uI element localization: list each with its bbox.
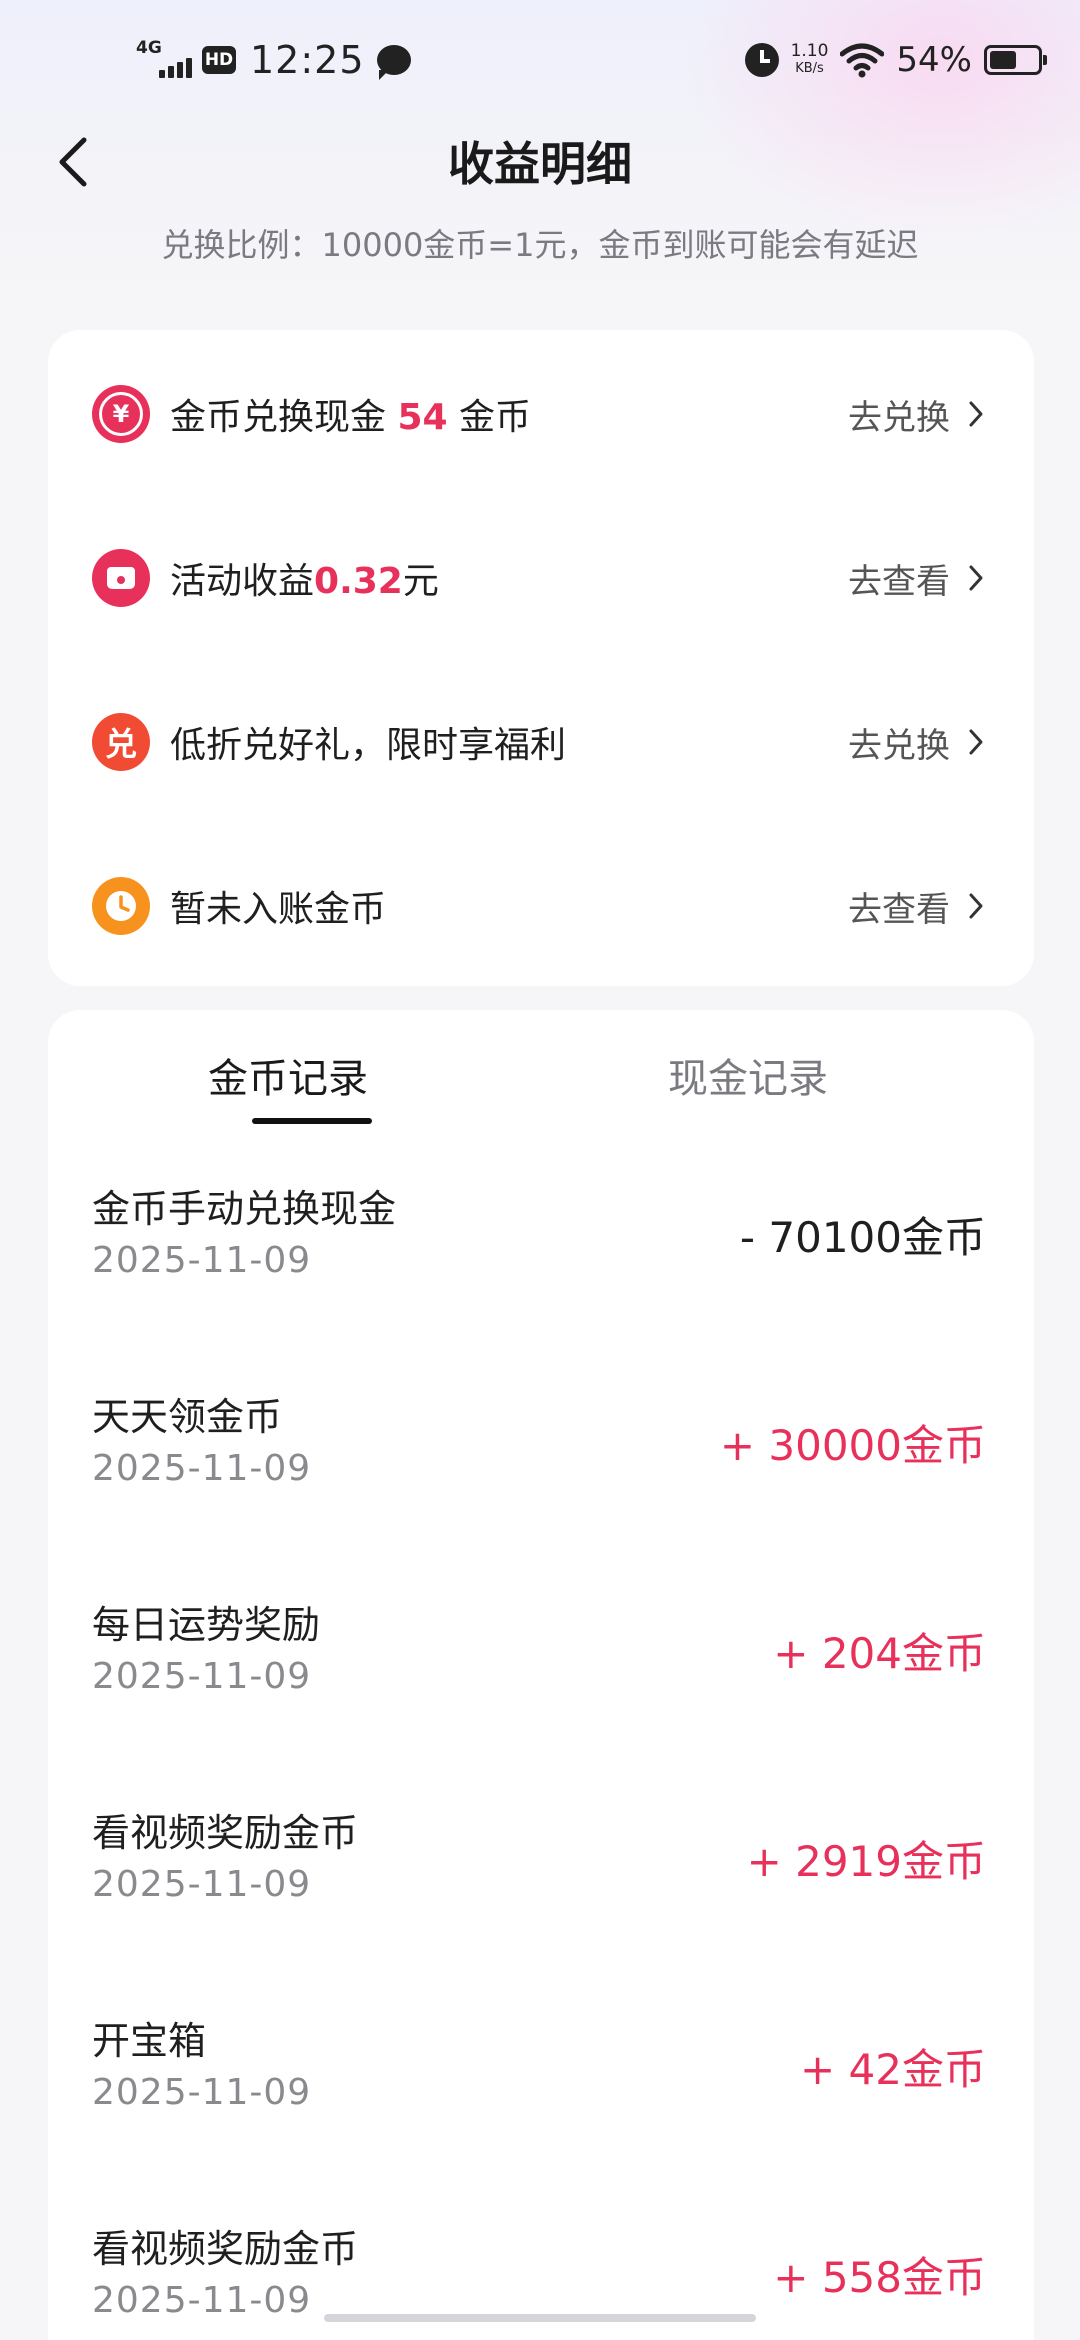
hd-badge: HD: [202, 46, 236, 74]
menu-label-text: 低折兑好礼，限时享福利: [170, 725, 567, 766]
menu-row-activity-earnings[interactable]: 活动收益0.32元 去查看: [48, 518, 1034, 638]
chevron-right-icon: [969, 893, 983, 919]
menu-label-text: 暂未入账金币: [170, 889, 387, 930]
coin-balance: 54: [397, 397, 448, 438]
yen-symbol: ¥: [99, 392, 143, 436]
wifi-icon: [840, 43, 885, 78]
network-speed-value: 1.10: [790, 41, 829, 61]
menu-label: 活动收益0.32元: [170, 552, 439, 604]
cellular-signal-icon: 4G: [136, 38, 192, 82]
earnings-menu-card: ¥ 金币兑换现金 54 金币 去兑换 活动收益0.32元 去查看 兑 低折兑好礼…: [48, 330, 1034, 986]
status-right: 1.10 KB/s 54%: [744, 36, 1047, 84]
record-amount: + 2919金币: [746, 1837, 986, 1886]
chevron-right-icon: [969, 401, 983, 427]
wallet-icon: [92, 549, 150, 607]
status-left: 4G HD 12:25: [136, 34, 411, 86]
record-row[interactable]: 看视频奖励金币 2025-11-09 + 2919金币: [48, 1802, 1034, 1982]
record-date: 2025-11-09: [92, 1448, 312, 1489]
battery-icon: [984, 45, 1047, 75]
page: 4G HD 12:25 1.10 KB/s 54% 收益明细 兑换比例：1000…: [0, 0, 1080, 2340]
battery-percent: 54%: [896, 40, 972, 80]
record-title: 每日运势奖励: [92, 1603, 321, 1647]
menu-action-label: 去兑换: [848, 725, 950, 766]
record-title: 看视频奖励金币: [92, 2227, 359, 2271]
network-type: 4G: [136, 38, 162, 58]
active-tab-indicator: [252, 1118, 372, 1124]
activity-earnings-value: 0.32: [314, 561, 403, 602]
menu-label-unit: 金币: [447, 397, 532, 438]
chevron-right-icon: [969, 729, 983, 755]
menu-action-label: 去查看: [848, 561, 950, 602]
record-amount: + 30000金币: [719, 1421, 986, 1470]
record-row[interactable]: 每日运势奖励 2025-11-09 + 204金币: [48, 1594, 1034, 1774]
menu-row-pending-coins[interactable]: 暂未入账金币 去查看: [48, 846, 1034, 966]
menu-label: 金币兑换现金 54 金币: [170, 388, 531, 440]
menu-action-label: 去兑换: [848, 397, 950, 438]
menu-label-text: 金币兑换现金: [170, 397, 398, 438]
network-speed: 1.10 KB/s: [791, 43, 829, 77]
exchange-icon: 兑: [92, 713, 150, 771]
record-row[interactable]: 天天领金币 2025-11-09 + 30000金币: [48, 1386, 1034, 1566]
page-title: 收益明细: [448, 137, 632, 191]
network-speed-unit: KB/s: [795, 61, 824, 76]
go-exchange-link[interactable]: 去兑换: [848, 718, 984, 767]
record-row[interactable]: 金币手动兑换现金 2025-11-09 - 70100金币: [48, 1178, 1034, 1358]
record-date: 2025-11-09: [92, 2072, 312, 2113]
menu-row-coin-exchange[interactable]: ¥ 金币兑换现金 54 金币 去兑换: [48, 354, 1034, 474]
record-date: 2025-11-09: [92, 1864, 312, 1905]
menu-label: 暂未入账金币: [170, 880, 386, 932]
record-date: 2025-11-09: [92, 1656, 312, 1697]
menu-row-discount-gifts[interactable]: 兑 低折兑好礼，限时享福利 去兑换: [48, 682, 1034, 802]
alarm-icon: [744, 43, 779, 77]
status-time: 12:25: [250, 38, 365, 82]
chevron-right-icon: [969, 565, 983, 591]
menu-label-text: 活动收益: [170, 561, 315, 602]
record-amount: - 70100金币: [739, 1213, 986, 1262]
record-amount: + 558金币: [773, 2253, 986, 2302]
record-row[interactable]: 开宝箱 2025-11-09 + 42金币: [48, 2010, 1034, 2190]
record-title: 开宝箱: [92, 2019, 207, 2063]
menu-label: 低折兑好礼，限时享福利: [170, 716, 566, 768]
menu-action-label: 去查看: [848, 889, 950, 930]
exchange-rate-note: 兑换比例：10000金币=1元，金币到账可能会有延迟: [161, 226, 919, 264]
clock-icon: [92, 877, 150, 935]
go-exchange-link[interactable]: 去兑换: [848, 390, 984, 439]
yen-coin-icon: ¥: [92, 385, 150, 443]
record-amount: + 42金币: [800, 2045, 986, 2094]
wallet-glyph: [107, 567, 135, 589]
tab-cash-records[interactable]: 现金记录: [618, 1046, 878, 1104]
record-title: 天天领金币: [92, 1395, 283, 1439]
record-title: 看视频奖励金币: [92, 1811, 359, 1855]
go-view-link[interactable]: 去查看: [848, 882, 984, 931]
message-bubble-icon: [376, 45, 411, 80]
home-indicator[interactable]: [324, 2314, 756, 2322]
clock-glyph: [106, 891, 136, 921]
record-date: 2025-11-09: [92, 2280, 312, 2321]
records-card: 金币记录 现金记录 金币手动兑换现金 2025-11-09 - 70100金币天天领…: [48, 1010, 1034, 2340]
tab-coin-records[interactable]: 金币记录: [158, 1046, 418, 1104]
go-view-link[interactable]: 去查看: [848, 554, 984, 603]
record-amount: + 204金币: [773, 1629, 986, 1678]
record-date: 2025-11-09: [92, 1240, 312, 1281]
record-title: 金币手动兑换现金: [92, 1187, 397, 1231]
menu-label-unit: 元: [402, 561, 439, 602]
status-bar: 4G HD 12:25 1.10 KB/s 54%: [0, 0, 1080, 120]
